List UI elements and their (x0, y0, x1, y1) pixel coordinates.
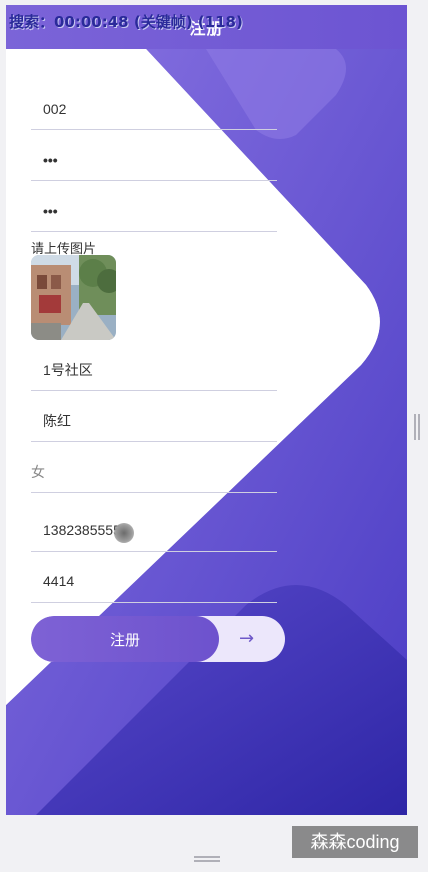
register-button[interactable]: 注册 (31, 616, 219, 662)
gender-input[interactable] (31, 451, 277, 492)
password-field[interactable] (31, 139, 289, 181)
gender-field[interactable] (31, 451, 277, 493)
uploaded-photo[interactable] (31, 255, 116, 340)
name-input[interactable] (31, 400, 289, 441)
recording-timer-overlay: 搜索：00:00:48 (关键帧) (118) (9, 13, 243, 31)
confirm-password-field[interactable] (31, 190, 289, 232)
confirm-password-input[interactable] (31, 190, 289, 231)
phone-input[interactable] (31, 509, 289, 551)
code-input[interactable] (31, 560, 289, 602)
name-field[interactable] (31, 400, 289, 442)
arrow-right-icon[interactable]: → (239, 629, 259, 649)
home-indicator[interactable] (194, 856, 220, 862)
submit-control[interactable]: 注册 → (31, 616, 285, 662)
account-input[interactable] (31, 88, 289, 129)
street-photo-icon (31, 255, 116, 340)
side-drag-handle[interactable] (414, 414, 420, 440)
touch-indicator (114, 523, 134, 543)
community-input[interactable] (31, 349, 289, 390)
account-field[interactable] (31, 88, 289, 130)
watermark: 森森coding (292, 826, 418, 858)
app-frame: ‹ 注册 请上传图片 (6, 5, 407, 815)
community-field[interactable] (31, 349, 289, 391)
phone-field[interactable] (31, 509, 289, 552)
password-input[interactable] (31, 139, 289, 180)
code-field[interactable] (31, 560, 289, 603)
